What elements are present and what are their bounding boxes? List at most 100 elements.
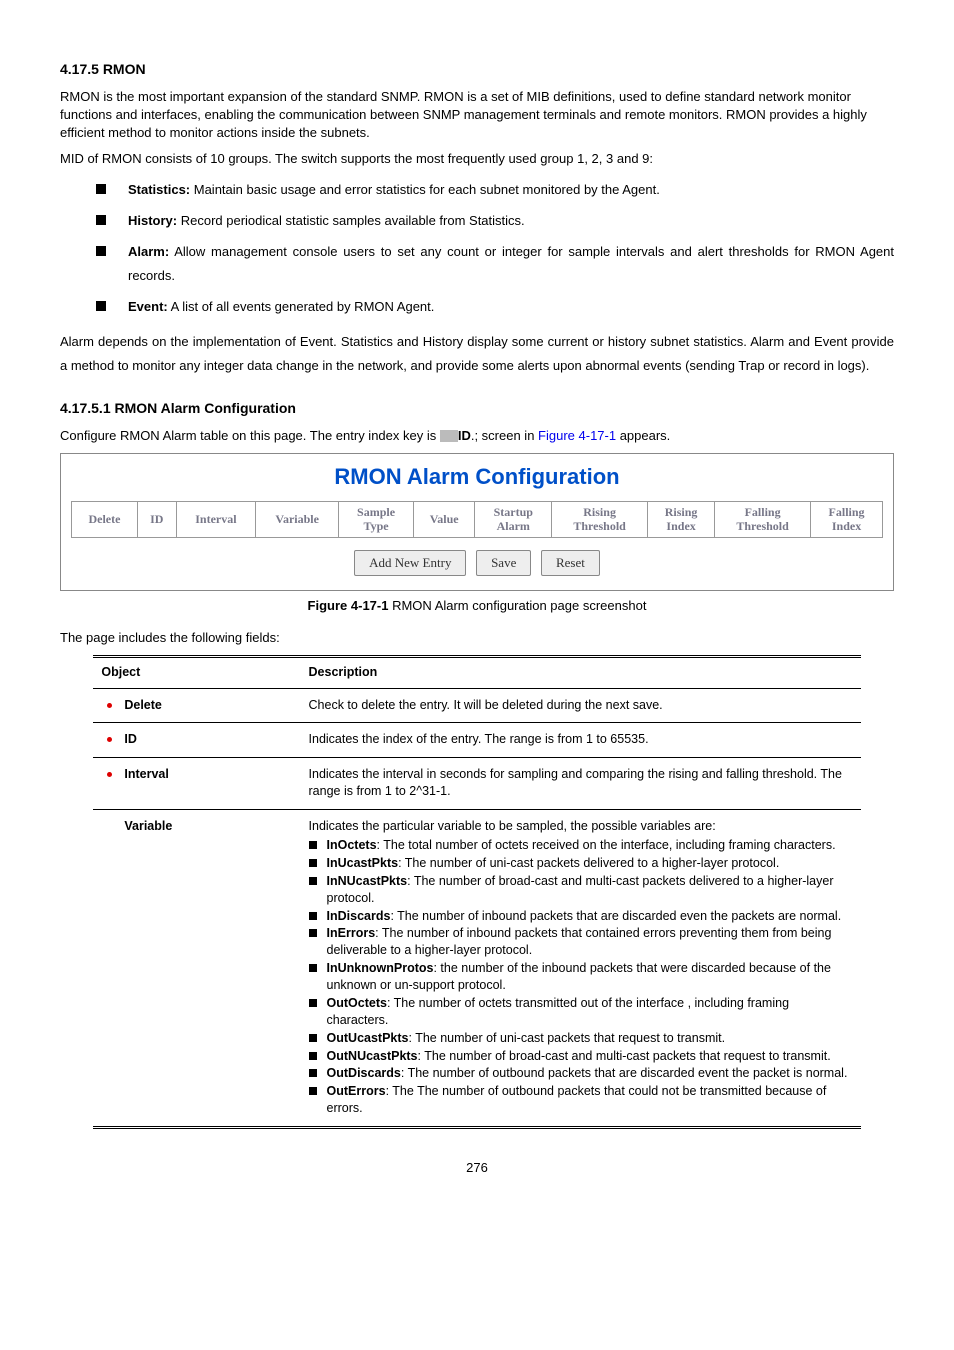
section-title-rmon: 4.17.5 RMON — [60, 60, 894, 80]
intro-paragraph-1: RMON is the most important expansion of … — [60, 88, 894, 143]
var-desc: : The The number of outbound packets tha… — [327, 1084, 827, 1115]
var-desc: : The number of inbound packets that con… — [327, 926, 832, 957]
square-bullet-icon — [309, 929, 317, 937]
var-desc: : The number of outbound packets that ar… — [401, 1066, 848, 1080]
col-delete: Delete — [72, 501, 138, 537]
row-desc: Indicates the index of the entry. The ra… — [301, 723, 861, 758]
var-name: OutUcastPkts — [327, 1031, 409, 1045]
figure-link[interactable]: Figure 4-17-1 — [538, 428, 616, 443]
group-name: History: — [128, 213, 177, 228]
list-item: InUcastPkts: The number of uni-cast pack… — [309, 855, 853, 872]
var-desc: : The number of octets transmitted out o… — [327, 996, 790, 1027]
groups-list: Statistics: Maintain basic usage and err… — [96, 178, 894, 319]
square-bullet-icon — [309, 1034, 317, 1042]
group-desc: A list of all events generated by RMON A… — [168, 299, 435, 314]
square-bullet-icon — [96, 301, 106, 311]
group-desc: Record periodical statistic samples avai… — [177, 213, 525, 228]
table-row: Delete ID Interval Variable SampleType V… — [72, 501, 883, 537]
var-name: OutDiscards — [327, 1066, 401, 1080]
var-desc: : The number of inbound packets that are… — [390, 909, 841, 923]
list-item: InUnknownProtos: the number of the inbou… — [309, 960, 853, 994]
var-desc: : The number of uni-cast packets deliver… — [398, 856, 779, 870]
variable-list: InOctets: The total number of octets rec… — [309, 837, 853, 1117]
group-item-alarm: Alarm: Allow management console users to… — [96, 240, 894, 289]
group-name: Alarm: — [128, 244, 169, 259]
var-name: OutErrors — [327, 1084, 386, 1098]
var-name: InUnknownProtos — [327, 961, 434, 975]
col-id: ID — [137, 501, 176, 537]
table-header-row: Object Description — [93, 657, 860, 689]
var-name: InDiscards — [327, 909, 391, 923]
config-text-b: ID — [458, 428, 471, 443]
group-desc: Allow management console users to set an… — [128, 244, 894, 284]
button-row: Add New Entry Save Reset — [71, 550, 883, 576]
config-text-c: .; screen in — [471, 428, 538, 443]
square-bullet-icon — [309, 877, 317, 885]
list-item: InErrors: The number of inbound packets … — [309, 925, 853, 959]
list-item: InNUcastPkts: The number of broad-cast a… — [309, 873, 853, 907]
figure-caption-number: Figure 4-17-1 — [308, 598, 389, 613]
table-row: ID Indicates the index of the entry. The… — [93, 723, 860, 758]
square-bullet-icon — [309, 912, 317, 920]
fields-intro: The page includes the following fields: — [60, 629, 894, 647]
col-falling-index: FallingIndex — [811, 501, 883, 537]
group-name: Event: — [128, 299, 168, 314]
group-item-history: History: Record periodical statistic sam… — [96, 209, 894, 234]
col-variable: Variable — [256, 501, 339, 537]
group-name: Statistics: — [128, 182, 190, 197]
th-object: Object — [93, 657, 300, 689]
reset-button[interactable]: Reset — [541, 550, 600, 576]
add-new-entry-button[interactable]: Add New Entry — [354, 550, 466, 576]
intro-paragraph-3: Alarm depends on the implementation of E… — [60, 330, 894, 379]
square-bullet-icon — [309, 1052, 317, 1060]
list-item: OutErrors: The The number of outbound pa… — [309, 1083, 853, 1117]
group-item-statistics: Statistics: Maintain basic usage and err… — [96, 178, 894, 203]
square-bullet-icon — [96, 246, 106, 256]
red-dot-icon — [107, 737, 112, 742]
col-falling-threshold: FallingThreshold — [715, 501, 811, 537]
var-desc: : The total number of octets received on… — [377, 838, 836, 852]
col-rising-threshold: RisingThreshold — [552, 501, 648, 537]
square-bullet-icon — [309, 841, 317, 849]
variable-lead: Indicates the particular variable to be … — [309, 818, 853, 836]
intro-paragraph-2: MID of RMON consists of 10 groups. The s… — [60, 150, 894, 168]
config-text-a: Configure RMON Alarm table on this page.… — [60, 428, 440, 443]
row-desc: Indicates the interval in seconds for sa… — [301, 757, 861, 809]
list-item: OutNUcastPkts: The number of broad-cast … — [309, 1048, 853, 1065]
red-dot-icon — [107, 703, 112, 708]
row-label: Delete — [124, 698, 162, 712]
col-interval: Interval — [176, 501, 256, 537]
square-bullet-icon — [309, 1069, 317, 1077]
list-item: OutUcastPkts: The number of uni-cast pac… — [309, 1030, 853, 1047]
var-desc: : The number of broad-cast and multi-cas… — [418, 1049, 831, 1063]
col-value: Value — [413, 501, 474, 537]
group-item-event: Event: A list of all events generated by… — [96, 295, 894, 320]
var-name: InOctets — [327, 838, 377, 852]
figure-caption: Figure 4-17-1 RMON Alarm configuration p… — [60, 597, 894, 615]
config-text-d: appears. — [616, 428, 670, 443]
group-desc: Maintain basic usage and error statistic… — [190, 182, 660, 197]
list-item: OutOctets: The number of octets transmit… — [309, 995, 853, 1029]
square-bullet-icon — [96, 215, 106, 225]
config-heading: RMON Alarm Configuration — [71, 462, 883, 493]
save-button[interactable]: Save — [476, 550, 531, 576]
var-name: InUcastPkts — [327, 856, 399, 870]
th-description: Description — [301, 657, 861, 689]
section-title-alarm-config: 4.17.5.1 RMON Alarm Configuration — [60, 399, 894, 419]
config-figure: RMON Alarm Configuration Delete ID Inter… — [60, 453, 894, 591]
square-bullet-icon — [309, 999, 317, 1007]
row-desc: Check to delete the entry. It will be de… — [301, 688, 861, 723]
grey-box-icon — [440, 430, 458, 442]
var-name: OutOctets — [327, 996, 387, 1010]
col-rising-index: RisingIndex — [648, 501, 715, 537]
config-sentence: Configure RMON Alarm table on this page.… — [60, 427, 894, 445]
col-sample-type: SampleType — [339, 501, 414, 537]
red-dot-icon — [107, 772, 112, 777]
row-label: ID — [124, 732, 137, 746]
figure-caption-text: RMON Alarm configuration page screenshot — [388, 598, 646, 613]
page-number: 276 — [60, 1159, 894, 1177]
square-bullet-icon — [309, 1087, 317, 1095]
fields-table: Object Description Delete Check to delet… — [93, 655, 860, 1129]
list-item: OutDiscards: The number of outbound pack… — [309, 1065, 853, 1082]
col-startup-alarm: StartupAlarm — [475, 501, 552, 537]
